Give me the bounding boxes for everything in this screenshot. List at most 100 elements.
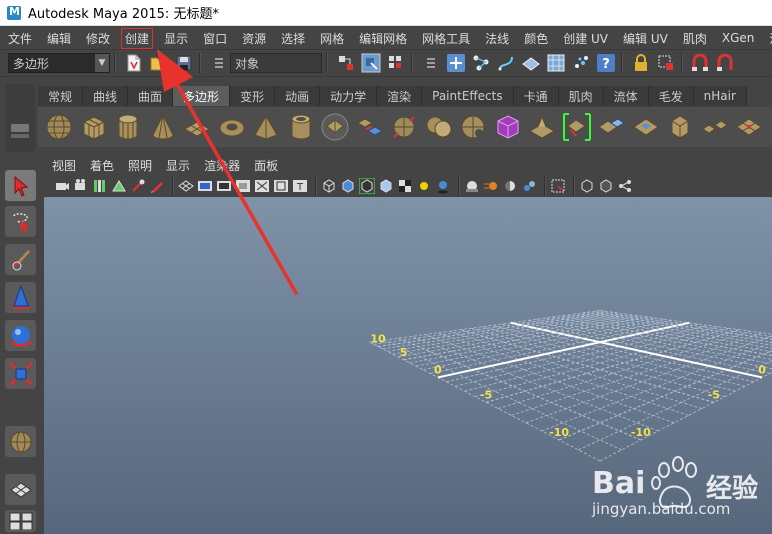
select-surfaces-icon[interactable]: [520, 52, 542, 74]
shelf-tab-muscle[interactable]: 肌肉: [558, 86, 604, 106]
poly-cone-icon[interactable]: [148, 112, 178, 142]
grease-pencil-icon[interactable]: [149, 178, 165, 194]
x-ray-joints-icon[interactable]: [617, 178, 633, 194]
scale-tool-button[interactable]: [5, 358, 36, 389]
poly-plane-icon[interactable]: [182, 112, 212, 142]
shelf-tab-painteffects[interactable]: PaintEffects: [422, 86, 514, 106]
safe-title-icon[interactable]: T: [292, 178, 308, 194]
menu-mesh-tools[interactable]: 网格工具: [418, 28, 474, 49]
image-plane-icon[interactable]: [111, 178, 127, 194]
select-by-object-type-icon[interactable]: [360, 52, 382, 74]
default-material-icon[interactable]: [378, 178, 394, 194]
poly-cylinder-icon[interactable]: [113, 112, 143, 142]
shelf-tab-curves[interactable]: 曲线: [83, 86, 129, 106]
extrude-icon[interactable]: [527, 112, 557, 142]
smooth-icon[interactable]: [493, 112, 523, 142]
x-ray-icon[interactable]: [579, 178, 595, 194]
select-by-component-type-icon[interactable]: [385, 52, 407, 74]
smooth-shade-icon[interactable]: [340, 178, 356, 194]
shelf-tab-general[interactable]: 常规: [38, 86, 84, 106]
new-scene-icon[interactable]: [123, 52, 145, 74]
panel-menu-shading[interactable]: 着色: [90, 157, 114, 174]
shelf-tab-fluids[interactable]: 流体: [603, 86, 649, 106]
panel-menu-lighting[interactable]: 照明: [128, 157, 152, 174]
split-polygon-icon[interactable]: [769, 112, 772, 142]
shelf-tab-dynamics[interactable]: 动力学: [320, 86, 378, 106]
shelf-tab-deformation[interactable]: 变形: [230, 86, 276, 106]
screen-space-ao-icon[interactable]: [464, 178, 480, 194]
menu-modify[interactable]: 修改: [82, 28, 114, 49]
save-scene-icon[interactable]: [173, 52, 195, 74]
shadows-icon[interactable]: [435, 178, 451, 194]
last-tool-button[interactable]: [5, 426, 36, 457]
menu-edit[interactable]: 编辑: [43, 28, 75, 49]
menu-set-dropdown[interactable]: 多边形 ▼: [8, 53, 110, 73]
select-curves-icon[interactable]: [495, 52, 517, 74]
anti-aliasing-icon[interactable]: [502, 178, 518, 194]
move-tool-button[interactable]: [5, 282, 36, 313]
separate-icon[interactable]: [389, 112, 419, 142]
fill-hole-icon[interactable]: [631, 112, 661, 142]
film-gate-icon[interactable]: [197, 178, 213, 194]
poly-pipe-icon[interactable]: [286, 112, 316, 142]
pick-mask-icon[interactable]: [420, 52, 442, 74]
panel-menu-renderer[interactable]: 渲染器: [204, 157, 240, 174]
single-perspective-layout-button[interactable]: [5, 474, 36, 505]
depth-of-field-icon[interactable]: [521, 178, 537, 194]
open-scene-icon[interactable]: [148, 52, 170, 74]
select-by-hierarchy-icon[interactable]: [335, 52, 357, 74]
select-tool-button[interactable]: [5, 170, 36, 201]
rotate-tool-button[interactable]: [5, 320, 36, 351]
textured-icon[interactable]: [397, 178, 413, 194]
panel-menu-show[interactable]: 显示: [166, 157, 190, 174]
append-polygon-icon[interactable]: [596, 112, 626, 142]
menu-fluid[interactable]: 流: [765, 28, 772, 49]
poly-torus-icon[interactable]: [217, 112, 247, 142]
poly-platonic-icon[interactable]: [320, 112, 350, 142]
use-all-lights-icon[interactable]: [416, 178, 432, 194]
poly-sphere-icon[interactable]: [44, 112, 74, 142]
menu-create-uv[interactable]: 创建 UV: [559, 28, 612, 49]
shelf-tab-polygons[interactable]: 多边形: [173, 86, 231, 106]
two-d-pan-zoom-icon[interactable]: [130, 178, 146, 194]
panel-menu-panels[interactable]: 面板: [254, 157, 278, 174]
shelf-tab-surfaces[interactable]: 曲面: [128, 86, 174, 106]
boolean-union-icon[interactable]: [424, 112, 454, 142]
shelf-tab-toon[interactable]: 卡通: [513, 86, 559, 106]
isolate-select-icon[interactable]: [550, 178, 566, 194]
shelf-tab-rendering[interactable]: 渲染: [377, 86, 423, 106]
select-handles-icon[interactable]: [445, 52, 467, 74]
menu-edit-mesh[interactable]: 编辑网格: [355, 28, 411, 49]
shelf-tab-fur[interactable]: 毛发: [648, 86, 694, 106]
menu-color[interactable]: 颜色: [520, 28, 552, 49]
poly-pyramid-icon[interactable]: [251, 112, 281, 142]
menu-create[interactable]: 创建: [121, 27, 154, 49]
selection-mask-icon[interactable]: [208, 52, 230, 74]
grid-toggle-icon[interactable]: [178, 178, 194, 194]
selection-mode-field[interactable]: 对象: [230, 53, 322, 73]
highlight-selection-icon[interactable]: [655, 52, 677, 74]
resolution-gate-icon[interactable]: [216, 178, 232, 194]
poly-cube-icon[interactable]: [79, 112, 109, 142]
camera-attributes-icon[interactable]: [73, 178, 89, 194]
bookmarks-icon[interactable]: [92, 178, 108, 194]
merge-icon[interactable]: [700, 112, 730, 142]
menu-file[interactable]: 文件: [4, 28, 36, 49]
menu-mesh[interactable]: 网格: [316, 28, 348, 49]
menu-normals[interactable]: 法线: [481, 28, 513, 49]
wireframe-icon[interactable]: [321, 178, 337, 194]
menu-display[interactable]: 显示: [160, 28, 192, 49]
combine-icon[interactable]: [355, 112, 385, 142]
x-ray-active-components-icon[interactable]: [598, 178, 614, 194]
menu-assets[interactable]: 资源: [238, 28, 270, 49]
snap-to-grid-icon[interactable]: [690, 52, 712, 74]
paint-select-tool-button[interactable]: [5, 244, 36, 275]
boolean-difference-icon[interactable]: [458, 112, 488, 142]
safe-action-icon[interactable]: [273, 178, 289, 194]
select-camera-icon[interactable]: [54, 178, 70, 194]
menu-select[interactable]: 选择: [277, 28, 309, 49]
lasso-tool-button[interactable]: [5, 206, 36, 237]
menu-muscle[interactable]: 肌肉: [679, 28, 711, 49]
make-hole-icon[interactable]: [665, 112, 695, 142]
gate-mask-icon[interactable]: [235, 178, 251, 194]
